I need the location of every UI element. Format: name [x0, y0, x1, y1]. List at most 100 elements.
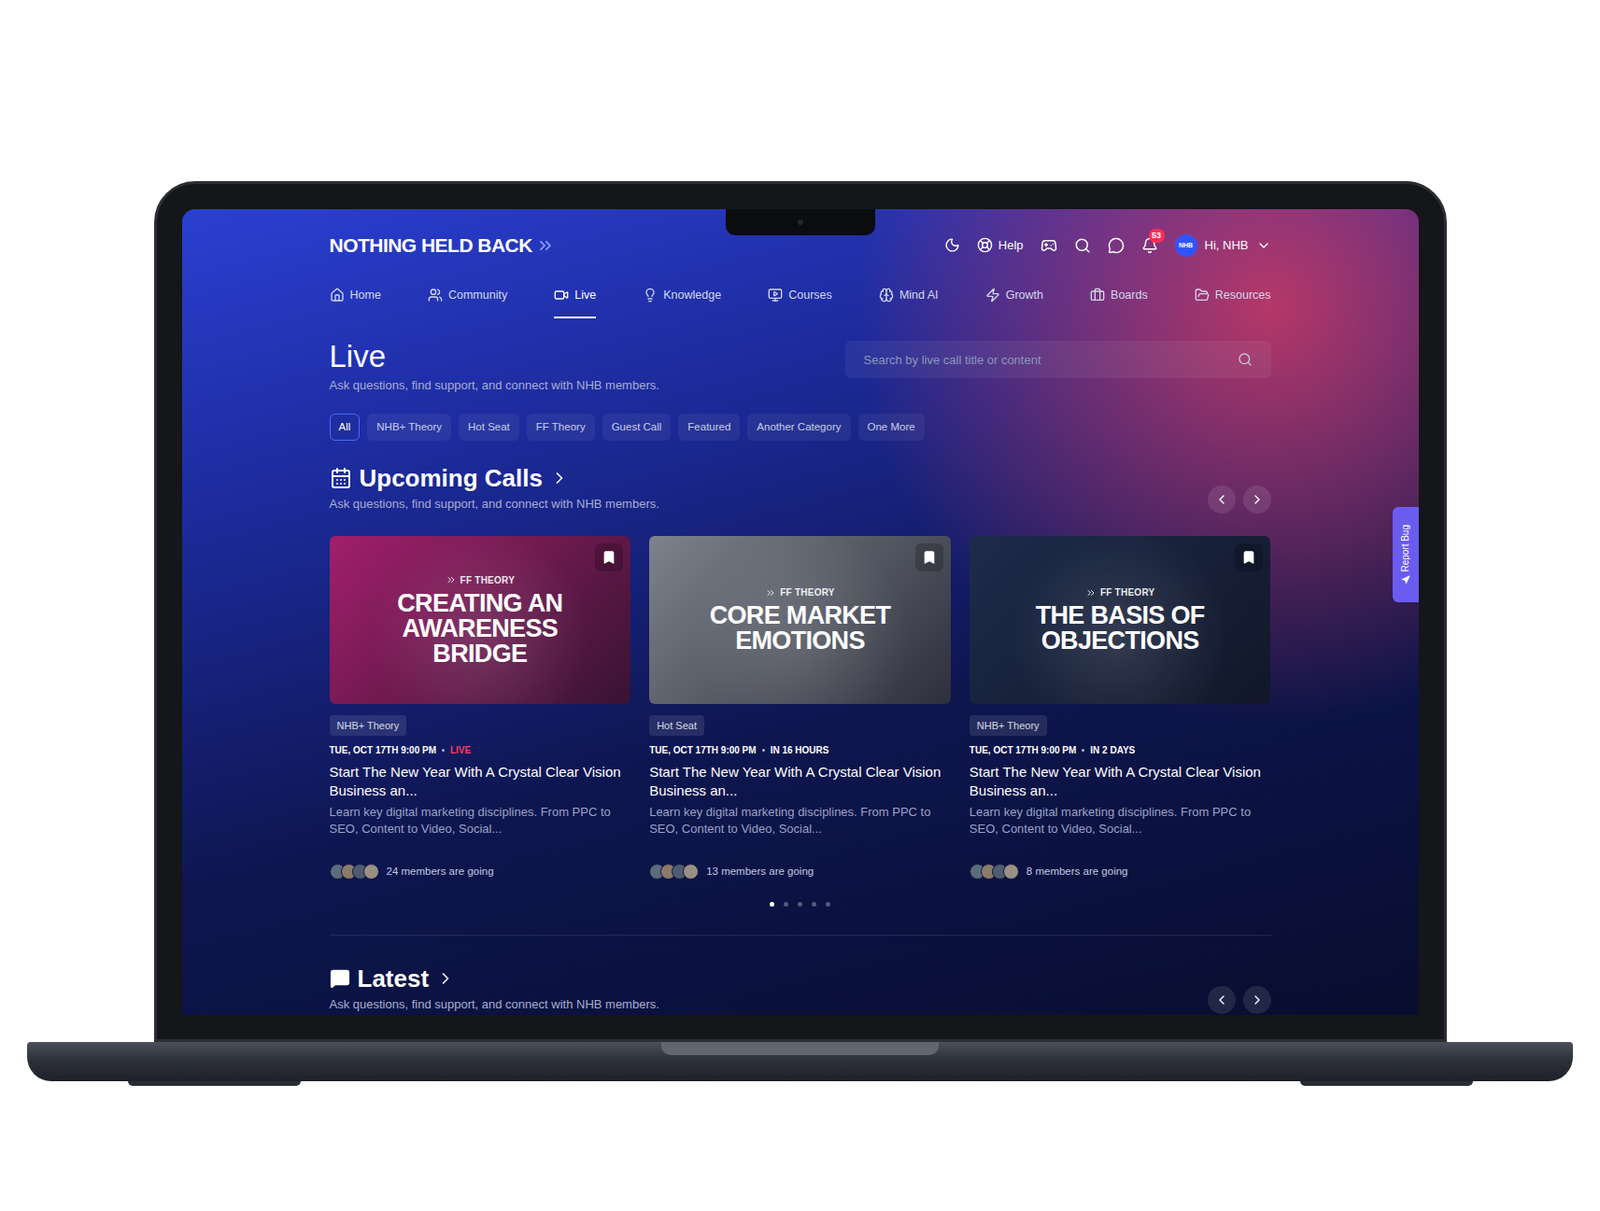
prev-button[interactable] — [1207, 485, 1236, 514]
filter-chip[interactable]: Another Category — [747, 413, 850, 441]
section-title[interactable]: Latest — [329, 963, 660, 994]
carousel-dot[interactable] — [797, 902, 803, 907]
prev-button[interactable] — [1207, 986, 1236, 1015]
call-title[interactable]: Start The New Year With A Crystal Clear … — [329, 763, 632, 801]
chevron-left-icon — [1214, 492, 1230, 508]
filter-chip[interactable]: Guest Call — [602, 413, 672, 441]
chevron-down-icon — [1256, 238, 1272, 254]
section-header: LatestAsk questions, find support, and c… — [329, 963, 1272, 1015]
section-header: Upcoming CallsAsk questions, find suppor… — [329, 463, 1272, 514]
laptop-feet — [127, 1081, 1473, 1087]
thumbnail-eyebrow: FF THEORY — [1085, 585, 1156, 600]
category-tag: NHB+ Theory — [329, 715, 408, 737]
members-count: 13 members are going — [706, 863, 814, 880]
carousel-dot[interactable] — [783, 902, 789, 907]
opening-notch — [661, 1042, 939, 1056]
laptop-foot — [127, 1081, 301, 1087]
filter-chip[interactable]: NHB+ Theory — [367, 413, 452, 441]
nav-item[interactable]: Boards — [1090, 281, 1148, 320]
report-bug-tab[interactable]: Report Bug — [1392, 507, 1419, 603]
call-title[interactable]: Start The New Year With A Crystal Clear … — [969, 763, 1272, 801]
nav-item[interactable]: Home — [329, 281, 382, 320]
chevrons-icon — [1085, 587, 1097, 599]
logo[interactable]: NOTHING HELD BACK — [329, 230, 555, 261]
bookmark-button[interactable] — [915, 543, 944, 572]
laptop-lid: NOTHING HELD BACK Help 53 NHBHi, NHB Home Com… — [154, 181, 1447, 1043]
main-nav: Home Community Live Knowledge Courses Mind AI… — [329, 281, 1272, 320]
call-card[interactable]: FF THEORYCORE MARKET EMOTIONSHot SeatTUE… — [649, 536, 951, 881]
chat-icon[interactable] — [1107, 237, 1125, 255]
page: NOTHING HELD BACK Help 53 NHBHi, NHB Home Com… — [0, 0, 1600, 1211]
nav-item[interactable]: Resources — [1194, 281, 1272, 320]
cards-row: FF THEORYCREATING AN AWARENESS BRIDGE NHB… — [329, 536, 1272, 881]
nav-icon — [1090, 287, 1105, 303]
members-count: 8 members are going — [1026, 863, 1129, 880]
members-count: 24 members are going — [386, 863, 495, 880]
nav-icon — [878, 287, 894, 303]
filter-chip[interactable]: One More — [858, 413, 925, 441]
nav-item[interactable]: Courses — [767, 281, 833, 320]
thumbnail-title: CORE MARKET EMOTIONS — [682, 603, 917, 654]
thumbnail-eyebrow: FF THEORY — [445, 573, 516, 588]
search-icon — [1237, 352, 1253, 368]
nav-item[interactable]: Knowledge — [642, 281, 722, 320]
divider — [329, 934, 1272, 936]
nav-item[interactable]: Growth — [985, 281, 1044, 320]
member-avatar — [1003, 863, 1020, 880]
nav-icon — [1194, 287, 1210, 303]
carousel-dot[interactable] — [825, 902, 831, 907]
call-title[interactable]: Start The New Year With A Crystal Clear … — [649, 763, 951, 801]
carousel-dot[interactable] — [811, 902, 817, 907]
user-avatar: NHB — [1175, 234, 1198, 257]
bookmark-icon — [921, 550, 937, 566]
nav-icon — [329, 287, 345, 303]
thumbnail-eyebrow: FF THEORY — [764, 585, 836, 600]
notifications-button[interactable]: 53 — [1141, 237, 1159, 255]
page-title: Live — [329, 339, 660, 375]
chevron-left-icon — [1214, 992, 1230, 1008]
next-button[interactable] — [1243, 485, 1272, 514]
filter-chip[interactable]: All — [329, 413, 361, 441]
call-thumbnail[interactable]: FF THEORY CORE MARKET EMOTIONS — [649, 536, 951, 705]
moon-icon[interactable] — [944, 237, 961, 254]
call-card[interactable]: FF THEORYTHE BASIS OF OBJECTIONSNHB+ The… — [969, 536, 1272, 881]
arrow-icon — [1401, 575, 1411, 585]
call-description: Learn key digital marketing disciplines.… — [329, 804, 632, 838]
bookmark-button[interactable] — [594, 543, 624, 572]
chevron-right-icon — [436, 969, 455, 989]
nav-icon — [767, 287, 783, 303]
call-thumbnail[interactable]: FF THEORYTHE BASIS OF OBJECTIONS — [969, 536, 1272, 705]
calendar-icon — [329, 467, 353, 490]
chevron-right-icon — [550, 468, 569, 488]
bookmark-button[interactable] — [1234, 543, 1263, 572]
search-placeholder: Search by live call title or content — [863, 351, 1042, 370]
search-field[interactable]: Search by live call title or content — [845, 340, 1272, 379]
section-title[interactable]: Upcoming Calls — [329, 463, 660, 494]
user-menu[interactable]: NHBHi, NHB — [1175, 234, 1272, 257]
call-thumbnail[interactable]: FF THEORYCREATING AN AWARENESS BRIDGE — [329, 536, 632, 705]
separator-dot — [762, 749, 765, 752]
camera-dot — [797, 219, 804, 226]
filter-chip[interactable]: FF Theory — [526, 413, 595, 441]
nav-item[interactable]: Live — [553, 281, 596, 320]
nav-item[interactable]: Mind AI — [878, 281, 939, 320]
laptop-foot — [1300, 1081, 1473, 1087]
section-subtitle: Ask questions, find support, and connect… — [329, 995, 660, 1015]
members-row: 8 members are going — [969, 863, 1272, 880]
carousel-dot[interactable] — [769, 902, 775, 907]
next-button[interactable] — [1243, 986, 1272, 1015]
notification-badge: 53 — [1148, 228, 1165, 243]
laptop-base — [27, 1042, 1573, 1082]
logo-chevrons-icon — [536, 236, 555, 255]
members-row: 13 members are going — [649, 863, 951, 880]
chevron-right-icon — [1249, 492, 1265, 508]
nav-item[interactable]: Community — [427, 281, 508, 320]
help-button[interactable]: Help — [976, 236, 1024, 255]
discord-icon[interactable] — [1040, 237, 1058, 255]
call-date: TUE, OCT 17TH 9:00 PMIN 2 DAYS — [969, 743, 1272, 758]
filter-chip[interactable]: Hot Seat — [458, 413, 520, 441]
search-icon[interactable] — [1074, 237, 1091, 255]
call-card[interactable]: FF THEORYCREATING AN AWARENESS BRIDGE NHB… — [329, 536, 632, 881]
members-row: 24 members are going — [329, 863, 632, 880]
filter-chip[interactable]: Featured — [678, 413, 740, 441]
